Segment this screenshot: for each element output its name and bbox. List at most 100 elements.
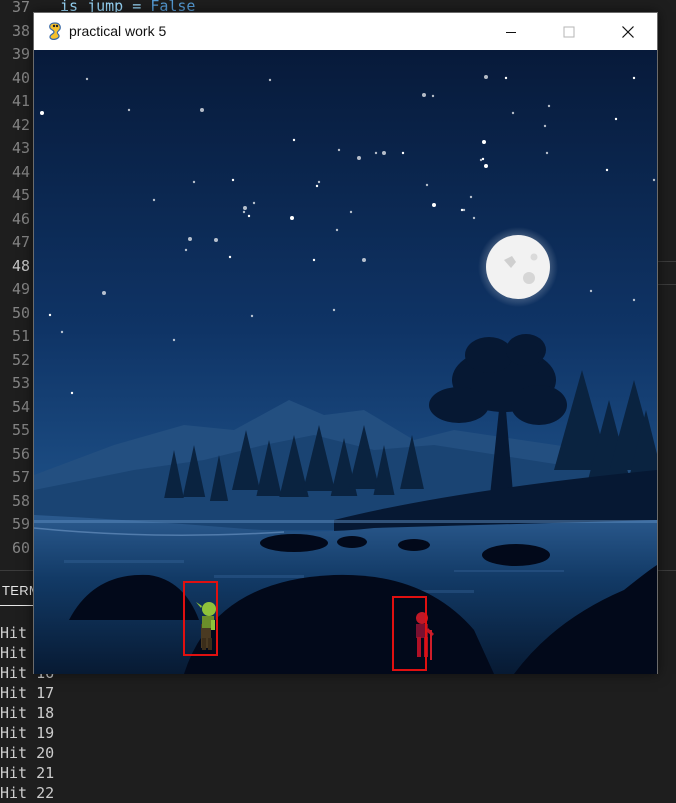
star [85, 77, 89, 81]
editor-divider [658, 261, 676, 262]
star [382, 151, 386, 155]
star [250, 314, 254, 318]
star [632, 298, 636, 302]
line-number: 52 [11, 350, 30, 369]
terminal-line: Hit 19 [0, 724, 55, 742]
line-number: 59 [11, 515, 30, 533]
night-lake-background [34, 50, 657, 674]
line-number: 55 [11, 421, 30, 439]
star [60, 330, 64, 334]
line-number: 56 [11, 444, 30, 463]
star [48, 313, 52, 317]
star [243, 206, 247, 210]
window-title: practical work 5 [69, 23, 167, 39]
star [231, 178, 235, 182]
terminal-line: Hit 21 [0, 764, 55, 782]
star [362, 258, 366, 262]
star [632, 76, 636, 80]
terminal-line: Hit 22 [0, 784, 55, 802]
game-canvas[interactable] [34, 50, 657, 674]
star [484, 164, 488, 168]
star [70, 391, 74, 395]
star [184, 248, 188, 252]
line-number: 40 [11, 68, 30, 87]
minimize-button[interactable] [482, 13, 540, 50]
line-number: 49 [11, 280, 30, 298]
star [228, 255, 232, 259]
line-number: 57 [11, 468, 30, 486]
line-number: 54 [11, 397, 30, 416]
star [481, 157, 485, 161]
star [547, 104, 551, 108]
star [188, 237, 192, 241]
star [242, 210, 246, 214]
star [127, 108, 131, 112]
star [605, 168, 609, 172]
line-number: 38 [11, 21, 30, 40]
star [214, 238, 218, 242]
star [504, 76, 508, 80]
line-number: 45 [11, 186, 30, 204]
star [482, 140, 486, 144]
line-number: 39 [11, 45, 30, 63]
close-button[interactable] [599, 13, 657, 50]
line-number: 41 [11, 92, 30, 110]
star [315, 184, 319, 188]
star [472, 216, 476, 220]
terminal-line: Hit 17 [0, 684, 55, 702]
moon [486, 235, 550, 299]
star [290, 216, 294, 220]
star [332, 308, 336, 312]
star [589, 289, 593, 293]
star [543, 124, 547, 128]
line-number: 53 [11, 374, 30, 392]
pygame-snake-icon [49, 22, 61, 40]
star [469, 195, 473, 199]
maximize-icon [563, 26, 575, 37]
close-icon [622, 25, 634, 38]
terminal-line: Hit 18 [0, 704, 55, 722]
star [172, 338, 176, 342]
star [425, 183, 429, 187]
star [432, 203, 436, 207]
line-number: 47 [11, 233, 30, 251]
game-window[interactable]: practical work 5 [33, 12, 658, 674]
window-titlebar[interactable]: practical work 5 [34, 13, 657, 50]
star [152, 198, 156, 202]
star [312, 258, 316, 262]
star [545, 151, 549, 155]
star [431, 94, 435, 98]
line-number: 51 [11, 327, 30, 345]
star [317, 180, 321, 184]
line-number: 42 [11, 115, 30, 134]
star [422, 93, 426, 97]
minimize-icon [506, 31, 516, 33]
star [652, 178, 656, 182]
star [335, 228, 339, 232]
star [40, 111, 44, 115]
star [192, 180, 196, 184]
line-number: 43 [11, 139, 30, 157]
star [374, 151, 378, 155]
maximize-button[interactable] [540, 13, 598, 50]
line-number: 37 [11, 0, 30, 16]
star [292, 138, 296, 142]
editor-divider [658, 284, 676, 285]
star [268, 78, 272, 82]
star [511, 111, 515, 115]
line-number: 60 [11, 538, 30, 557]
line-number: 44 [11, 162, 30, 181]
line-number: 46 [11, 209, 30, 228]
star [102, 291, 106, 295]
line-number: 48 [11, 256, 30, 275]
star [252, 201, 256, 205]
terminal-line: Hit 20 [0, 744, 55, 762]
tab-active-indicator [0, 605, 34, 606]
line-number: 58 [11, 491, 30, 510]
star [200, 108, 204, 112]
star [460, 208, 464, 212]
star [401, 151, 405, 155]
star [357, 156, 361, 160]
star [349, 210, 353, 214]
star [337, 148, 341, 152]
